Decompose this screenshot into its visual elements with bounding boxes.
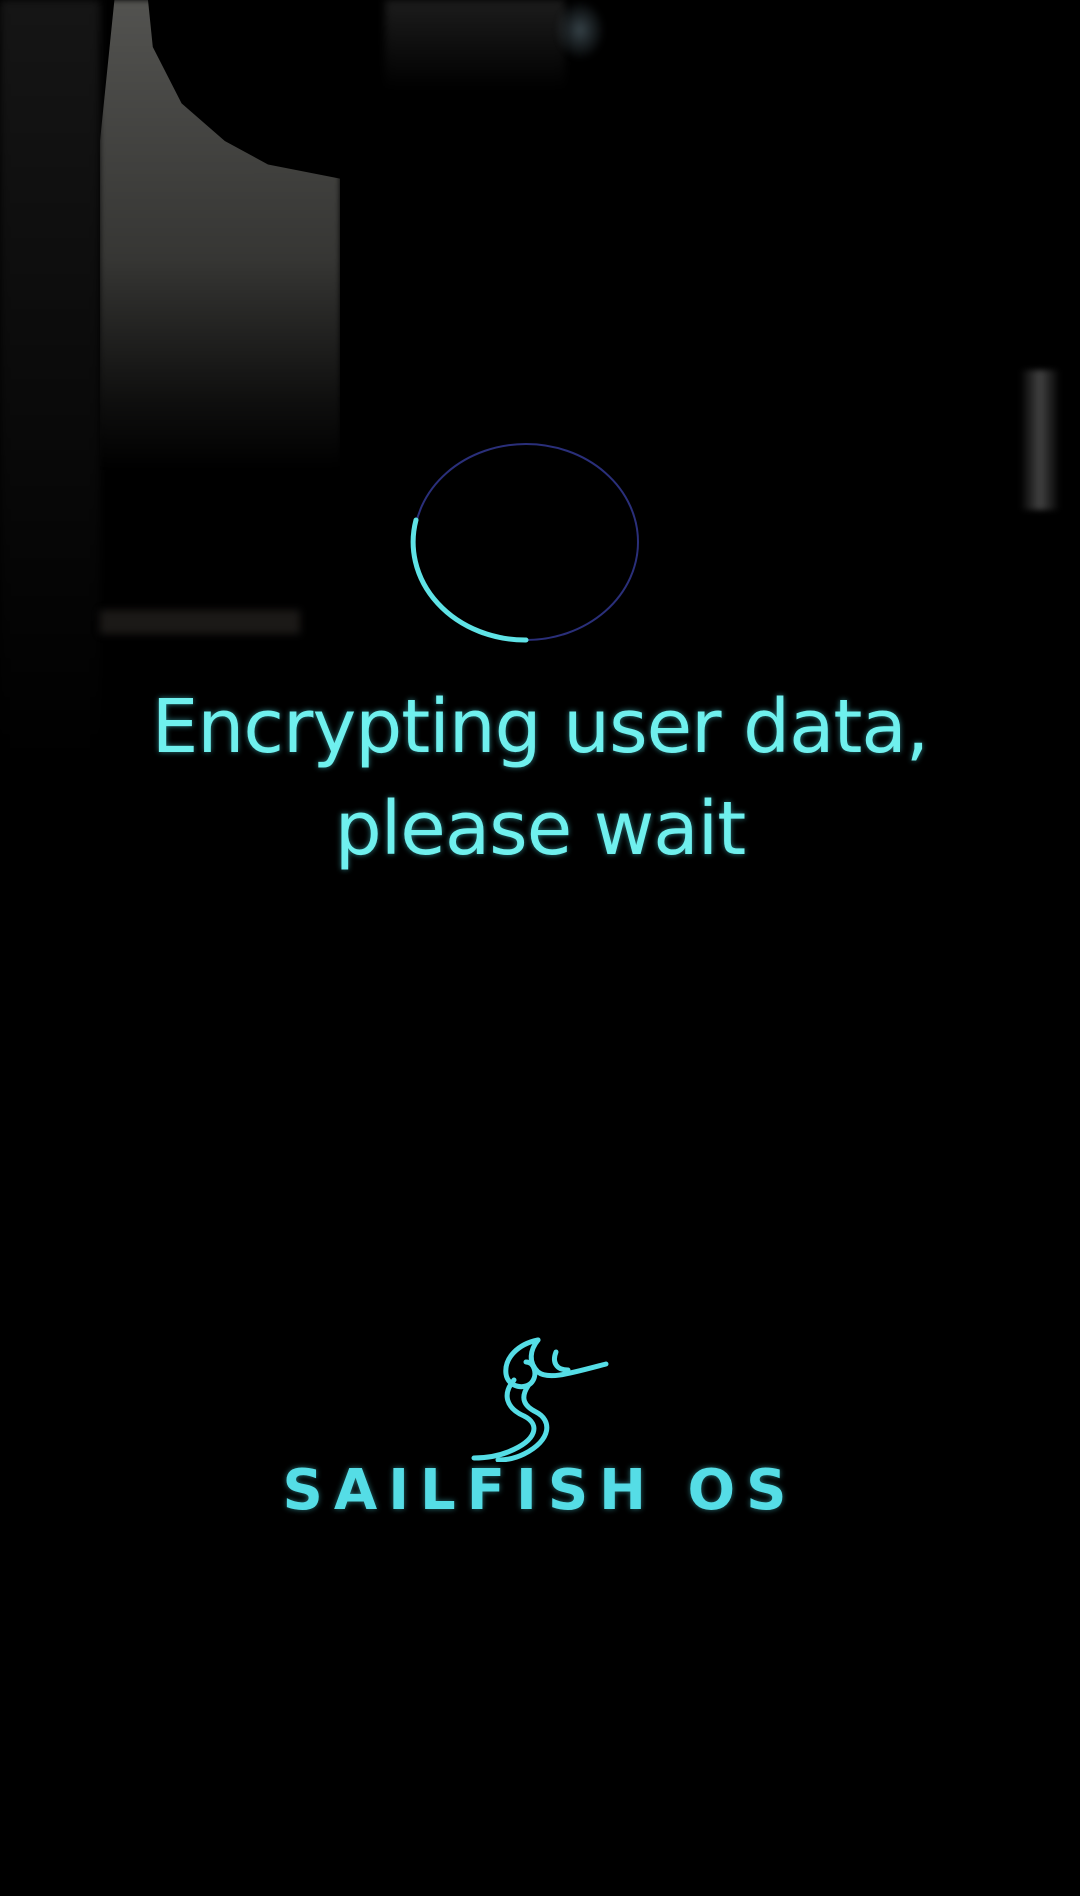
screen-reflection <box>385 0 565 90</box>
sailfish-logo-icon <box>471 1337 609 1462</box>
busy-spinner-icon <box>410 443 639 643</box>
status-message-line2: please wait <box>334 786 746 872</box>
screen-reflection <box>555 0 605 60</box>
brand-name: SAILFISH OS <box>282 1458 798 1523</box>
screen-reflection <box>100 610 300 634</box>
screen-reflection <box>1020 370 1060 510</box>
screen-reflection <box>0 0 100 760</box>
status-message-line1: Encrypting user data, <box>151 684 930 770</box>
encryption-status-message: Encrypting user data, please wait <box>60 676 1020 880</box>
spinner-arc <box>410 517 529 643</box>
screen-reflection <box>100 0 340 470</box>
